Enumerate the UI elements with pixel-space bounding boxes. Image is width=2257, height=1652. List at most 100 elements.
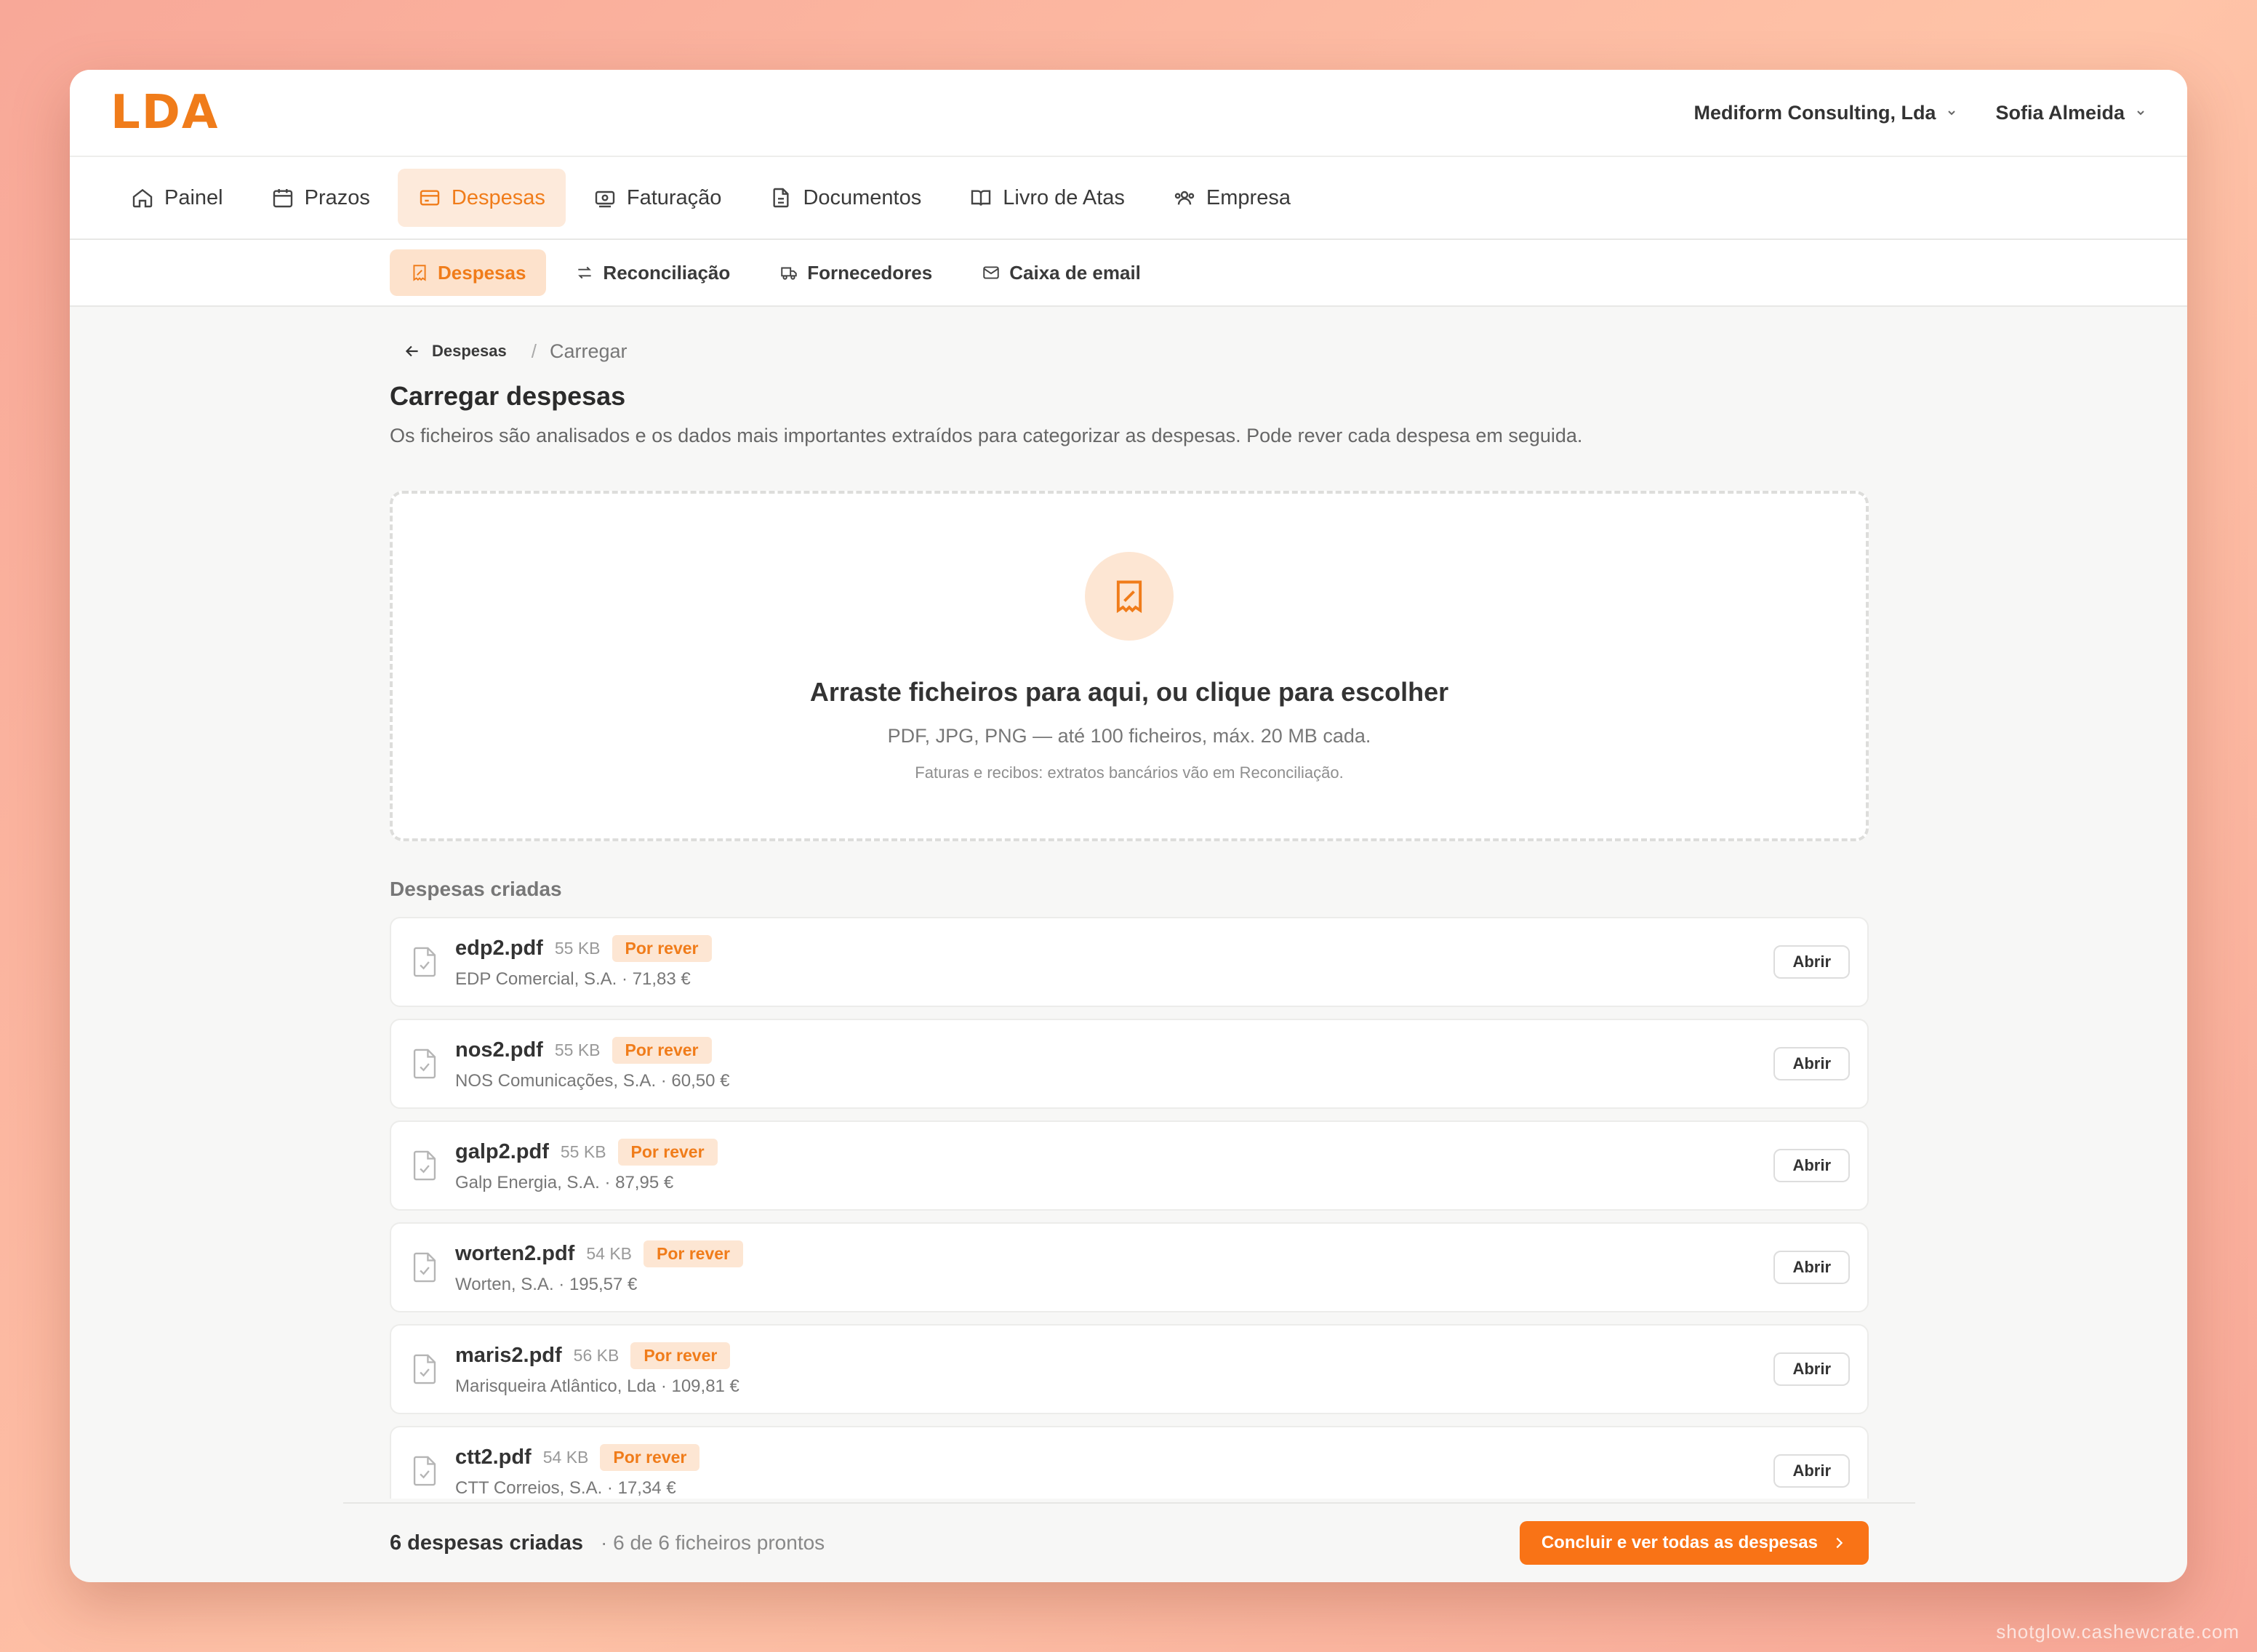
file-name: galp2.pdf: [455, 1139, 549, 1163]
nav-label: Empresa: [1206, 185, 1291, 209]
row-main: edp2.pdf 55 KB Por rever EDP Comercial, …: [455, 934, 1773, 990]
file-name: ctt2.pdf: [455, 1445, 532, 1469]
row-top: maris2.pdf 56 KB Por rever: [455, 1342, 1773, 1369]
open-button[interactable]: Abrir: [1773, 1047, 1850, 1080]
logo[interactable]: LDA: [111, 86, 219, 140]
banknote-icon: [595, 191, 615, 208]
receipt-icon: [413, 265, 426, 281]
row-main: ctt2.pdf 54 KB Por rever CTT Correios, S…: [455, 1443, 1773, 1499]
status-badge: Por rever: [644, 1240, 744, 1267]
row-top: galp2.pdf 55 KB Por rever: [455, 1138, 1773, 1166]
subnav-item-reconciliacao[interactable]: Reconciliação: [555, 249, 750, 296]
subnav-item-despesas[interactable]: Despesas: [390, 249, 547, 296]
company-name: Mediform Consulting, Lda: [1693, 101, 1936, 124]
nav-item-documentos[interactable]: Documentos: [749, 169, 942, 227]
file-size: 54 KB: [586, 1243, 632, 1263]
row-top: worten2.pdf 54 KB Por rever: [455, 1240, 1773, 1267]
status-badge: Por rever: [612, 934, 712, 962]
subnav-label: Caixa de email: [1009, 261, 1141, 284]
file-name: maris2.pdf: [455, 1343, 562, 1367]
row-detail: NOS Comunicações, S.A. · 60,50 €: [455, 1070, 730, 1091]
file-size: 55 KB: [554, 938, 601, 958]
users-icon: [1174, 191, 1195, 205]
nav-item-prazos[interactable]: Prazos: [251, 169, 390, 227]
document-icon: [773, 188, 789, 208]
list-item[interactable]: worten2.pdf 54 KB Por rever Worten, S.A.…: [390, 1222, 1869, 1312]
dropzone-note: Faturas e recibos: extratos bancários vã…: [915, 763, 1344, 782]
finish-button[interactable]: Concluir e ver todas as despesas: [1519, 1521, 1869, 1565]
breadcrumb: Despesas / Carregar: [390, 333, 1869, 369]
list-item[interactable]: edp2.pdf 55 KB Por rever EDP Comercial, …: [390, 917, 1869, 1007]
chevron-right-icon: [1836, 1537, 1843, 1549]
file-name: nos2.pdf: [455, 1038, 543, 1062]
nav-label: Livro de Atas: [1003, 185, 1125, 209]
list-item[interactable]: nos2.pdf 55 KB Por rever NOS Comunicaçõe…: [390, 1019, 1869, 1109]
list-item[interactable]: galp2.pdf 55 KB Por rever Galp Energia, …: [390, 1120, 1869, 1211]
chevron-down-icon: [1948, 111, 1956, 116]
row-top: nos2.pdf 55 KB Por rever: [455, 1036, 1773, 1064]
swap-arrows-icon: [578, 266, 592, 279]
chevron-down-icon: [2137, 111, 2144, 116]
nav-item-despesas[interactable]: Despesas: [397, 169, 566, 227]
user-menu[interactable]: Sofia Almeida: [1995, 102, 2146, 124]
nav-item-livro-de-atas[interactable]: Livro de Atas: [949, 169, 1145, 227]
row-main: galp2.pdf 55 KB Por rever Galp Energia, …: [455, 1138, 1773, 1193]
status-badge: Por rever: [612, 1036, 712, 1064]
receipt-icon: [1116, 580, 1142, 614]
file-size: 55 KB: [554, 1040, 601, 1059]
row-main: worten2.pdf 54 KB Por rever Worten, S.A.…: [455, 1240, 1773, 1295]
nav-item-empresa[interactable]: Empresa: [1152, 169, 1311, 227]
file-check-icon: [413, 1150, 436, 1181]
logo-text: LDA: [111, 86, 220, 140]
file-dropzone[interactable]: Arraste ficheiros para aqui, ou clique p…: [390, 491, 1869, 841]
file-check-icon: [413, 1354, 436, 1384]
open-button[interactable]: Abrir: [1773, 945, 1850, 979]
row-detail: Galp Energia, S.A. · 87,95 €: [455, 1172, 674, 1192]
nav-label: Documentos: [803, 185, 922, 209]
nav-label: Painel: [164, 185, 223, 209]
company-selector[interactable]: Mediform Consulting, Lda: [1693, 102, 1957, 124]
mail-icon: [983, 266, 999, 279]
open-button[interactable]: Abrir: [1773, 1149, 1850, 1182]
breadcrumb-current: Carregar: [549, 340, 628, 362]
dropzone-title: Arraste ficheiros para aqui, ou clique p…: [809, 677, 1449, 707]
row-main: maris2.pdf 56 KB Por rever Marisqueira A…: [455, 1342, 1773, 1397]
row-top: edp2.pdf 55 KB Por rever: [455, 934, 1773, 962]
status-badge: Por rever: [600, 1443, 700, 1471]
list-item[interactable]: maris2.pdf 56 KB Por rever Marisqueira A…: [390, 1324, 1869, 1414]
top-bar: LDA Mediform Consulting, Lda Sofia Almei…: [70, 70, 2187, 157]
page-title: Carregar despesas: [390, 381, 626, 411]
file-check-icon: [413, 1048, 436, 1079]
breadcrumb-back-link[interactable]: Despesas: [403, 342, 507, 361]
status-badge: Por rever: [630, 1342, 731, 1369]
file-size: 56 KB: [573, 1345, 620, 1365]
dropzone-formats: PDF, JPG, PNG — até 100 ficheiros, máx. …: [887, 725, 1371, 747]
nav-item-painel[interactable]: Painel: [111, 169, 244, 227]
page-description: Os ficheiros são analisados e os dados m…: [390, 425, 1583, 446]
user-name: Sofia Almeida: [1995, 101, 2125, 124]
row-detail: EDP Comercial, S.A. · 71,83 €: [455, 969, 691, 989]
nav-label: Despesas: [451, 185, 545, 209]
subnav-item-fornecedores[interactable]: Fornecedores: [759, 249, 953, 296]
calendar-icon: [273, 189, 292, 208]
expense-list: edp2.pdf 55 KB Por rever EDP Comercial, …: [390, 917, 1869, 1499]
footer-bar: 6 despesas criadas · 6 de 6 ficheiros pr…: [343, 1502, 1915, 1582]
truck-icon: [781, 267, 798, 280]
open-button[interactable]: Abrir: [1773, 1251, 1850, 1284]
list-item[interactable]: ctt2.pdf 54 KB Por rever CTT Correios, S…: [390, 1426, 1869, 1499]
row-detail: CTT Correios, S.A. · 17,34 €: [455, 1477, 676, 1498]
file-size: 54 KB: [542, 1447, 589, 1467]
nav-item-faturacao[interactable]: Faturação: [573, 169, 742, 227]
status-badge: Por rever: [617, 1138, 718, 1166]
breadcrumb-separator: /: [531, 340, 537, 362]
dropzone-icon-circle: [1085, 552, 1174, 641]
top-right: Mediform Consulting, Lda Sofia Almeida: [1693, 102, 2146, 124]
open-button[interactable]: Abrir: [1773, 1352, 1850, 1386]
subnav-label: Reconciliação: [603, 261, 731, 284]
subnav-label: Despesas: [438, 261, 526, 284]
list-heading: Despesas criadas: [390, 878, 562, 900]
subnav-item-caixa-de-email[interactable]: Caixa de email: [961, 249, 1161, 296]
open-button[interactable]: Abrir: [1773, 1454, 1850, 1488]
nav-label: Prazos: [304, 185, 370, 209]
file-check-icon: [413, 1456, 436, 1486]
